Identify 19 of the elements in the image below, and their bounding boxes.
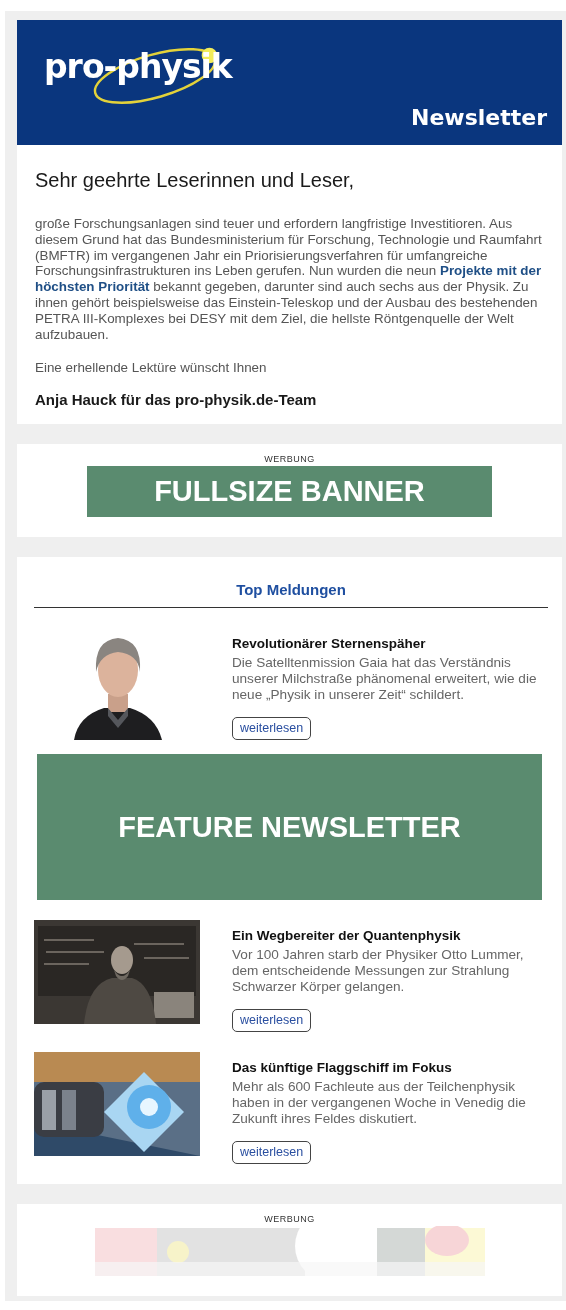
feature-banner[interactable]: FEATURE NEWSLETTER (37, 754, 542, 901)
read-more-button[interactable]: weiterlesen (232, 717, 312, 741)
read-more-button[interactable]: weiterlesen (232, 1141, 312, 1165)
ad-banner[interactable]: FULLSIZE BANNER (87, 466, 492, 518)
closing-line: Eine erhellende Lektüre wünscht Ihnen (35, 360, 268, 376)
article-summary: Mehr als 600 Fachleute aus der Teilchenphysik haben in der vergangenen Woche in Venedig die Zukunft ihres Feldes diskutiert. (232, 1079, 527, 1128)
intro-paragraph: große Forschungsanlagen sind teuer und erfordern langfristige Investitioren. Aus diesem Grund hat das Bundesministerium für Forschung, Technologie und Raumfahrt (BMFTR) im vergangenen Jahr ein Priorisierungsverfahren für umfangreiche Forschungsinfrastrukturen ins Leben gerufen. Nun wurden die neun Projekte mit der höchsten Priorität bekannt gegeben, darunter sind auch sechs aus der Physik. Zu ihnen gehört beispielsweise das Einstein-Teleskop und der Ausbau des bestehenden PETRA III-Komplexes bei DESY mit dem Ziel, die hellste Röntgenquelle der Welt aufzubauen. (35, 216, 543, 343)
newsletter-title: Newsletter (410, 107, 547, 129)
article-title: Ein Wegbereiter der Quantenphysik (232, 928, 461, 944)
article-summary: Die Satelltenmission Gaia hat das Verständnis unserer Milchstraße phänomenal erweitert, wie die neue „Physik in unserer Zeit“ schildert. (232, 655, 538, 704)
signature: Anja Hauck für das pro-physik.de-Team (35, 391, 318, 409)
article-title: Das künftige Flaggschiff im Fokus (232, 1060, 452, 1076)
ad-label: WERBUNG (264, 454, 315, 465)
article-title: Revolutionärer Sternenspäher (232, 636, 426, 652)
greeting-heading: Sehr geehrte Leserinnen und Leser, (35, 169, 356, 192)
read-more-button[interactable]: weiterlesen (232, 1009, 312, 1033)
ad-label: WERBUNG (264, 1214, 315, 1225)
article-summary: Vor 100 Jahren starb der Physiker Otto Lummer, dem entscheidende Messungen zur Strahlung Schwarzer Körper gelangen. (232, 947, 525, 996)
section-heading: Top Meldungen (235, 581, 347, 599)
